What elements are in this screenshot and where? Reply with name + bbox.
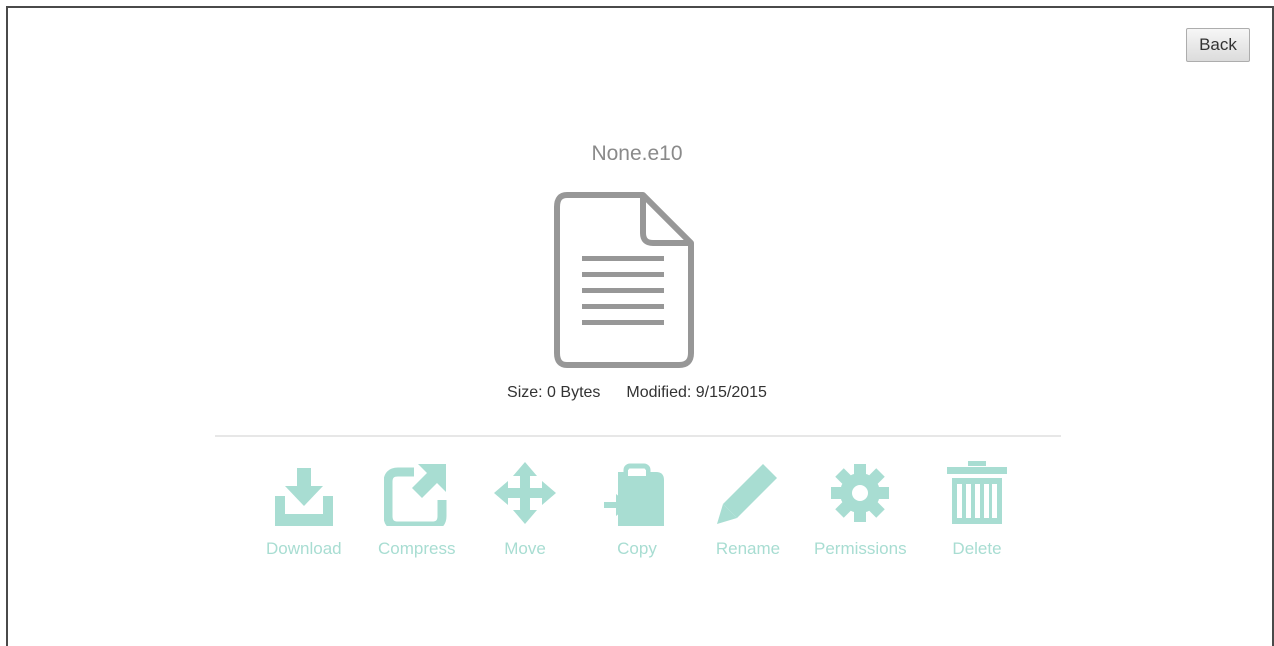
file-name: None.e10 (591, 142, 683, 165)
pencil-icon (717, 464, 777, 524)
download-button[interactable]: Download (266, 460, 342, 559)
copy-button[interactable]: Copy (604, 460, 670, 559)
action-bar: Download Compress Move Copy Rename Permi… (0, 460, 1274, 570)
move-label: Move (504, 539, 546, 558)
file-modified: Modified: 9/15/2015 (626, 384, 767, 401)
permissions-label: Permissions (814, 539, 907, 558)
compress-button[interactable]: Compress (378, 460, 455, 559)
file-size: Size: 0 Bytes (507, 384, 601, 401)
download-label: Download (266, 539, 342, 558)
external-link-icon (383, 464, 447, 526)
download-icon (274, 468, 333, 526)
move-arrows-icon (494, 462, 556, 524)
file-meta: Size: 0 Bytes Modified: 9/15/2015 (0, 384, 1274, 402)
copy-label: Copy (617, 539, 657, 558)
trash-icon (947, 461, 1007, 524)
move-button[interactable]: Move (492, 460, 558, 559)
delete-label: Delete (952, 539, 1002, 558)
compress-label: Compress (378, 539, 456, 558)
permissions-button[interactable]: Permissions (814, 460, 907, 559)
delete-button[interactable]: Delete (944, 460, 1010, 559)
paste-clipboard-icon (604, 463, 664, 526)
document-icon (554, 192, 694, 368)
rename-button[interactable]: Rename (715, 460, 781, 559)
back-button[interactable]: Back (1186, 28, 1250, 62)
rename-label: Rename (715, 539, 781, 558)
gear-icon (831, 464, 890, 522)
divider (215, 435, 1061, 437)
